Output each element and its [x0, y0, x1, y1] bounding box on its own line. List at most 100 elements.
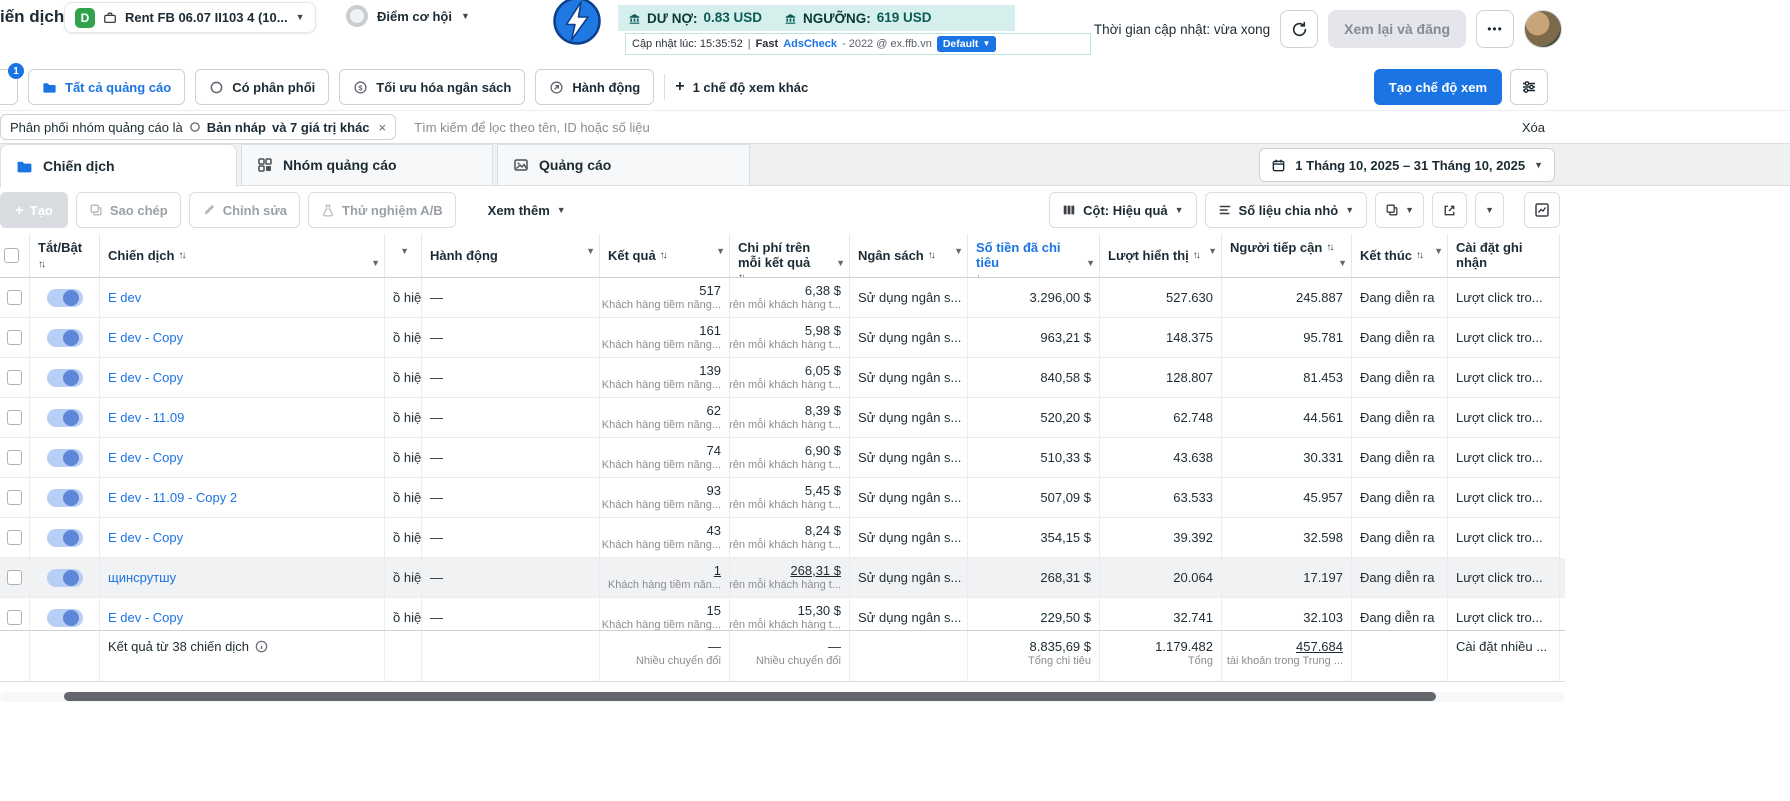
campaign-toggle[interactable] — [46, 448, 83, 467]
header-reach[interactable]: Người tiếp cận ↑↓ ▼ — [1222, 234, 1352, 278]
chevron-down-icon[interactable]: ▼ — [716, 244, 725, 259]
row-checkbox[interactable] — [7, 610, 22, 625]
refresh-icon[interactable]: ↻ — [1045, 36, 1062, 53]
chevron-down-icon[interactable]: ▼ — [1434, 244, 1443, 259]
table-row[interactable]: E dev ồ hiệu — 517 Khách hàng tiềm năng.… — [0, 278, 1565, 318]
campaign-name-link[interactable]: E dev - Copy — [108, 370, 376, 385]
table-row[interactable]: E dev - Copy ồ hiệu — 74 Khách hàng tiềm… — [0, 438, 1565, 478]
header-campaign-name[interactable]: Chiến dịch ↑↓ ▼ — [100, 234, 385, 278]
campaign-name-link[interactable]: E dev - 11.09 — [108, 410, 376, 425]
tab-campaigns[interactable]: Chiến dịch — [0, 144, 237, 187]
columns-button[interactable]: Cột: Hiệu quả ▼ — [1049, 192, 1197, 228]
campaign-name-link[interactable]: E dev - 11.09 - Copy 2 — [108, 490, 376, 505]
filter-search-input[interactable] — [414, 119, 835, 135]
create-view-button[interactable]: Tạo chế độ xem — [1373, 69, 1502, 105]
chevron-down-icon[interactable]: ▼ — [836, 256, 845, 271]
chevron-down-icon[interactable]: ▼ — [371, 256, 380, 271]
default-dropdown[interactable]: Default ▼ — [936, 36, 997, 52]
row-checkbox[interactable] — [7, 490, 22, 505]
campaign-name-link[interactable]: E dev - Copy — [108, 330, 376, 345]
clear-filters-button[interactable]: Xóa — [1522, 120, 1545, 135]
campaign-toggle[interactable] — [46, 408, 83, 427]
charts-button[interactable] — [1524, 192, 1560, 228]
header-budget[interactable]: Ngân sách ↑↓ ▼ — [850, 234, 968, 278]
table-row[interactable]: E dev - Copy ồ hiệu — 15 Khách hàng tiềm… — [0, 598, 1565, 630]
campaign-toggle[interactable] — [46, 288, 83, 307]
date-range-picker[interactable]: 1 Tháng 10, 2025 – 31 Tháng 10, 2025 ▼ — [1259, 148, 1555, 182]
reports-button[interactable]: ▼ — [1375, 192, 1425, 228]
header-cost-per-result[interactable]: Chi phí trên mỗi kết quả ↑↓ ▼ — [730, 234, 850, 278]
view-tab-all-ads[interactable]: Tất cả quảng cáo — [28, 69, 186, 105]
table-row[interactable]: E dev - Copy ồ hiệu — 161 Khách hàng tiề… — [0, 318, 1565, 358]
chevron-down-icon[interactable]: ▼ — [586, 244, 595, 259]
opportunity-score[interactable]: Điểm cơ hội ▼ — [346, 5, 470, 27]
view-tab-has-delivery[interactable]: Có phân phối — [195, 69, 330, 105]
view-tab-budget-optimization[interactable]: $ Tối ưu hóa ngân sách — [339, 69, 526, 105]
campaign-name-link[interactable]: E dev - Copy — [108, 610, 376, 625]
search-panel-stub[interactable]: 1 — [0, 63, 24, 105]
tab-ad-sets[interactable]: Nhóm quảng cáo — [241, 144, 493, 186]
campaign-toggle[interactable] — [46, 568, 83, 587]
row-checkbox[interactable] — [7, 530, 22, 545]
create-button[interactable]: + Tạo — [0, 192, 68, 228]
breakdown-button[interactable]: Số liệu chia nhỏ ▼ — [1204, 192, 1368, 228]
more-options-button[interactable]: ••• — [1476, 10, 1514, 48]
minimize-icon[interactable]: — — [1067, 36, 1084, 53]
campaign-toggle[interactable] — [46, 528, 83, 547]
export-button[interactable] — [1432, 192, 1468, 228]
header-end-date[interactable]: Kết thúc ↑↓ ▼ — [1352, 234, 1448, 278]
campaign-name-link[interactable]: E dev - Copy — [108, 450, 376, 465]
campaign-name-link[interactable]: щинсрутшу — [108, 570, 376, 585]
view-settings-button[interactable] — [1510, 69, 1548, 105]
table-row[interactable]: E dev - Copy ồ hiệu — 139 Khách hàng tiề… — [0, 358, 1565, 398]
avatar[interactable] — [1524, 10, 1562, 48]
chevron-down-icon[interactable]: ▼ — [1338, 256, 1347, 271]
close-icon[interactable]: ✕ — [1001, 36, 1018, 53]
row-checkbox[interactable] — [7, 370, 22, 385]
campaign-toggle[interactable] — [46, 368, 83, 387]
row-checkbox[interactable] — [7, 450, 22, 465]
campaign-toggle[interactable] — [46, 488, 83, 507]
ab-test-button[interactable]: Thử nghiệm A/B — [308, 192, 456, 228]
brand-adscheck-link[interactable]: AdsCheck — [783, 38, 837, 50]
row-checkbox[interactable] — [7, 410, 22, 425]
row-checkbox[interactable] — [7, 570, 22, 585]
refresh-button[interactable] — [1280, 10, 1319, 48]
chevron-down-icon[interactable]: ▼ — [1086, 256, 1095, 271]
remove-filter-icon[interactable]: × — [379, 120, 387, 135]
table-row[interactable]: E dev - 11.09 - Copy 2 ồ hiệu — 93 Khách… — [0, 478, 1565, 518]
open-external-icon[interactable]: ↗ — [1023, 36, 1040, 53]
header-amount-spent[interactable]: Số tiền đã chi tiêu ↓ ▼ — [968, 234, 1100, 278]
header-toggle[interactable]: Tắt/Bật ↑↓ — [30, 234, 100, 278]
campaign-name-link[interactable]: E dev — [108, 290, 376, 305]
header-results[interactable]: Kết quả ↑↓ ▼ — [600, 234, 730, 278]
row-checkbox[interactable] — [7, 290, 22, 305]
header-impressions[interactable]: Lượt hiển thị ↑↓ ▼ — [1100, 234, 1222, 278]
filter-chip[interactable]: Phân phối nhóm quảng cáo là Bản nháp và … — [0, 114, 397, 140]
horizontal-scrollbar[interactable] — [0, 692, 1565, 702]
duplicate-button[interactable]: Sao chép — [75, 192, 181, 228]
chevron-down-icon[interactable]: ▼ — [1208, 244, 1217, 259]
table-row[interactable]: щинсрутшу ồ hiệu — 1 Khách hàng tiềm năn… — [0, 558, 1565, 598]
select-all-checkbox[interactable] — [4, 248, 19, 263]
more-views-button[interactable]: + 1 chế độ xem khác — [675, 78, 808, 96]
row-checkbox[interactable] — [7, 330, 22, 345]
table-row[interactable]: E dev - 11.09 ồ hiệu — 62 Khách hàng tiề… — [0, 398, 1565, 438]
table-row[interactable]: E dev - Copy ồ hiệu — 43 Khách hàng tiềm… — [0, 518, 1565, 558]
scrollbar-thumb[interactable] — [64, 692, 1436, 701]
account-selector[interactable]: D Rent FB 06.07 II103 4 (10... ▼ — [64, 2, 316, 33]
header-action[interactable]: Hành động ▼ — [422, 234, 600, 278]
review-publish-button[interactable]: Xem lại và đăng — [1328, 10, 1466, 48]
campaign-toggle[interactable] — [46, 328, 83, 347]
view-tab-action[interactable]: Hành động — [535, 69, 655, 105]
chevron-down-icon[interactable]: ▼ — [400, 244, 409, 259]
header-attribution-setting[interactable]: Cài đặt ghi nhận — [1448, 234, 1560, 278]
chevron-down-icon[interactable]: ▼ — [954, 244, 963, 259]
campaign-name-link[interactable]: E dev - Copy — [108, 530, 376, 545]
edit-button[interactable]: Chỉnh sửa — [188, 192, 300, 228]
tab-ads[interactable]: Quảng cáo — [497, 144, 750, 186]
more-actions-button[interactable]: Xem thêm ▼ — [478, 192, 576, 228]
info-icon[interactable] — [255, 640, 268, 653]
header-truncated-column[interactable]: ▼ — [385, 234, 422, 278]
export-options-button[interactable]: ▼ — [1475, 192, 1504, 228]
